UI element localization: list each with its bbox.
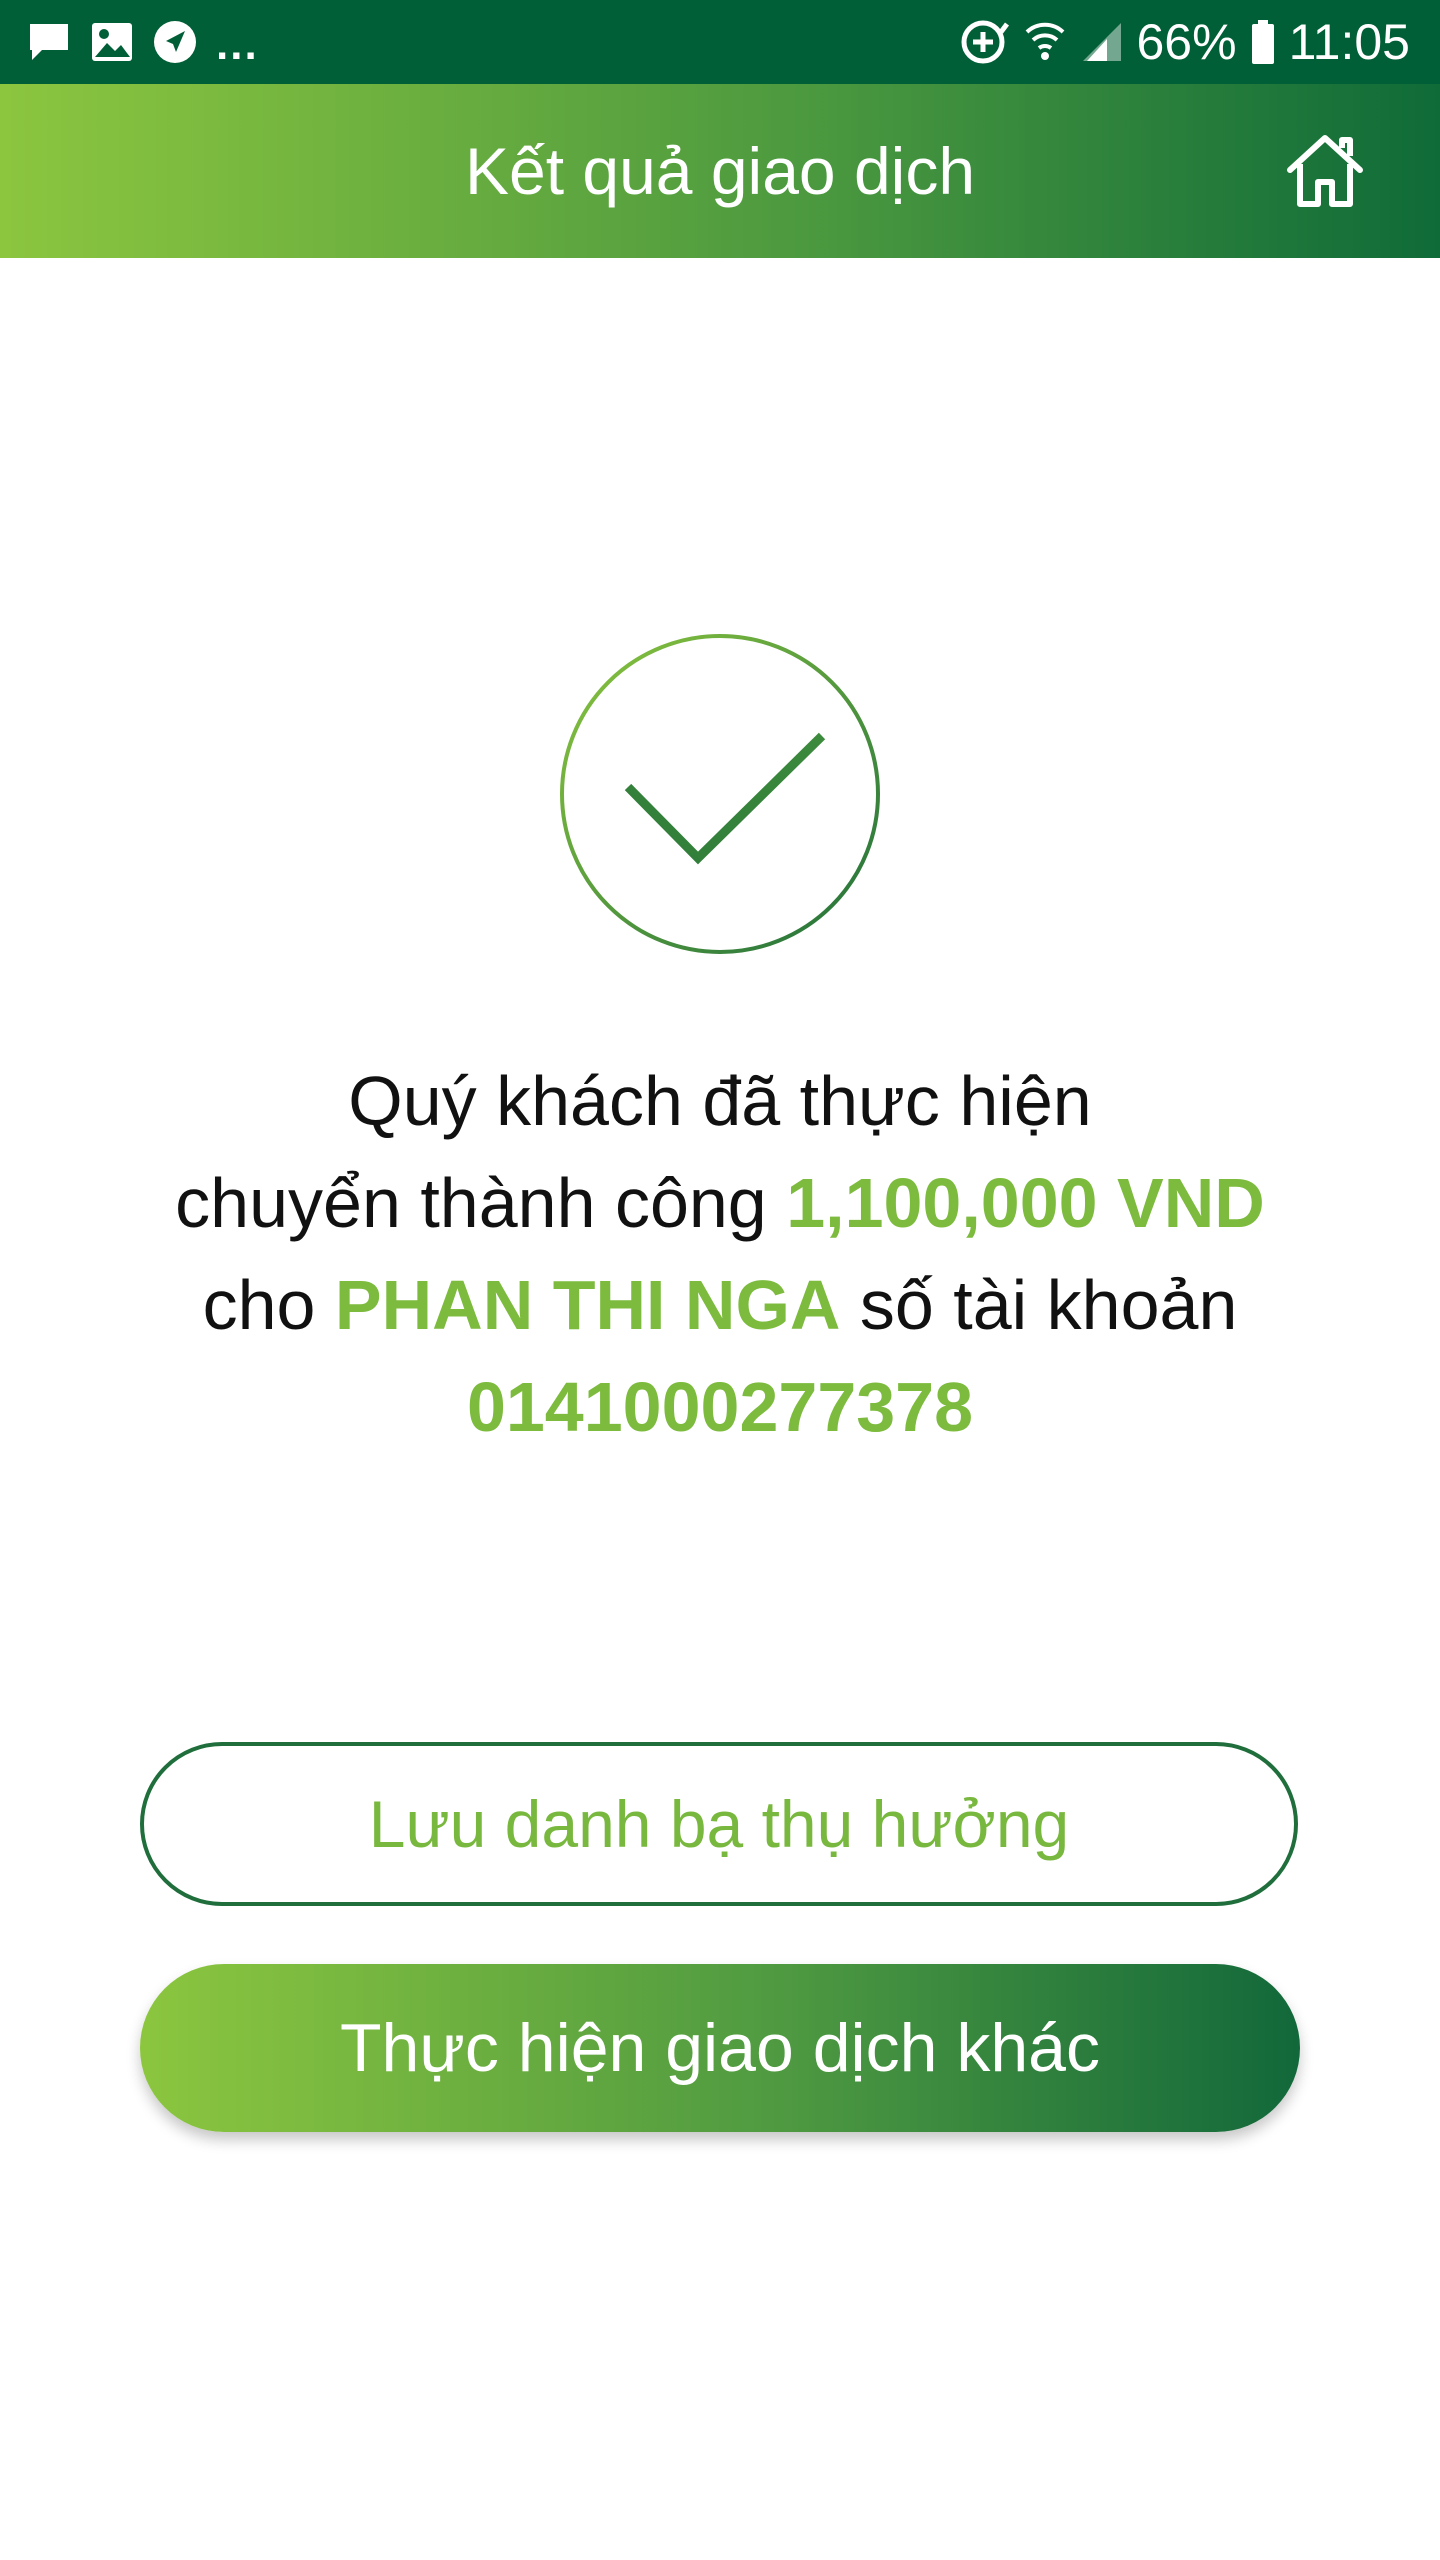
recipient-name: PHAN THI NGA [334,1266,841,1344]
account-number: 0141000277378 [466,1368,974,1446]
notification-icons: ... [26,0,259,84]
message-line-3: cho PHAN THI NGA số tài khoản [60,1254,1380,1356]
clock: 11:05 [1288,14,1410,70]
message-line-1: Quý khách đã thực hiện [348,1062,1092,1140]
success-check-icon [558,632,882,956]
message-line-2: chuyển thành công 1,100,000 VND [60,1152,1380,1254]
message-icon [30,24,68,60]
image-icon [92,23,132,61]
more-notifications: ... [216,20,259,69]
battery-percent: 66% [1136,14,1237,70]
signal-icon [1082,23,1121,61]
transfer-amount: 1,100,000 VND [786,1164,1265,1242]
system-icons: 66% 11:05 [957,0,1410,84]
page-title: Kết quả giao dịch [464,134,976,208]
wifi-icon [1025,22,1064,60]
new-transaction-button[interactable]: Thực hiện giao dịch khác [140,1964,1300,2132]
home-button[interactable] [1280,126,1370,216]
message-line-3-suffix: số tài khoản [840,1266,1238,1344]
data-saver-icon [961,20,1009,64]
save-beneficiary-button[interactable]: Lưu danh bạ thụ hưởng [140,1742,1298,1906]
message-line-2-text: chuyển thành công [175,1164,787,1242]
status-bar: ... 66% 11:05 [0,0,1440,84]
transaction-result-message: Quý khách đã thực hiện chuyển thành công… [60,1050,1380,1458]
battery-icon [1251,20,1274,64]
navigation-icon [154,21,196,63]
app-header: Kết quả giao dịch [0,84,1440,258]
message-line-3-prefix: cho [202,1266,335,1344]
home-icon [1287,135,1363,207]
